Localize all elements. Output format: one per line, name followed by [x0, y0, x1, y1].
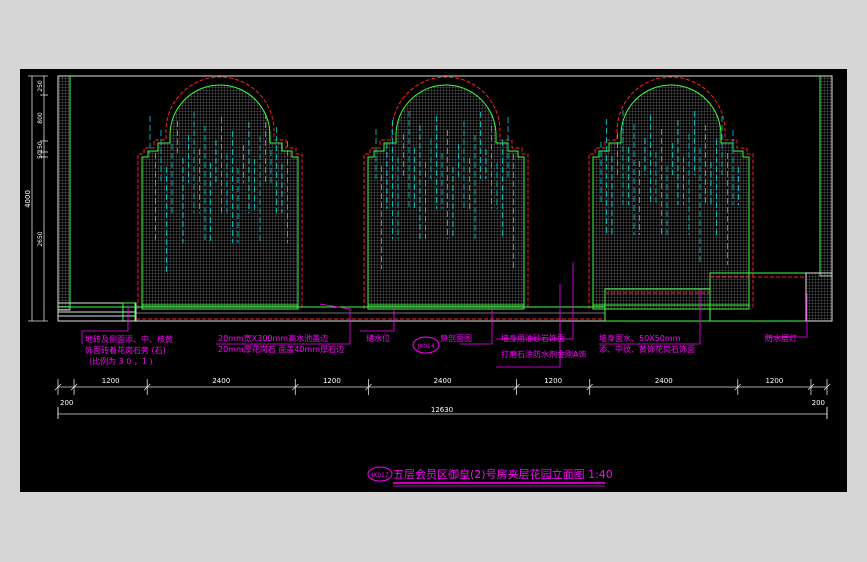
- bottom-dim-4: 1200: [323, 377, 341, 385]
- left-dim-3: 150: [37, 141, 44, 153]
- bottom-dim-9: 200: [812, 399, 825, 407]
- callout-ref: JX014: [416, 343, 435, 350]
- left-dim-4: 50: [37, 151, 44, 159]
- arch-screen-1: [137, 76, 303, 310]
- note-4: 20mm宽X300mm高水池盖边: [218, 333, 328, 343]
- note-1: 地砖及侧面添、中、核黄: [85, 334, 173, 344]
- note-11: 添、中纹、黄饰花岗石饰面: [599, 344, 695, 354]
- note-5: 20mm厚花岗石 面盖40mm厚石边: [218, 344, 344, 354]
- left-wall-hatch: [57, 75, 71, 311]
- right-wall-hatch: [819, 75, 833, 277]
- title-ref: JX017: [370, 472, 389, 479]
- note-8: 墙身用油砂岩饰面: [501, 333, 565, 343]
- arch-screen-2: [363, 76, 529, 310]
- note-3: (比例为 3 0 ，1 ): [89, 356, 153, 366]
- bottom-dim-6: 1200: [544, 377, 562, 385]
- arch-screens: [137, 76, 754, 310]
- left-dim-2: 800: [37, 112, 44, 124]
- dim-total-label: 4000: [24, 190, 32, 208]
- bottom-dim-7: 2400: [655, 377, 673, 385]
- notes: 地砖及侧面添、中、核黄 饰面砖着花岗石旁 (石) (比例为 3 0 ，1 ) 2…: [85, 333, 797, 366]
- note-10: 墙身面水、50X50mm: [599, 333, 681, 343]
- left-dim-1: 250: [37, 80, 44, 92]
- arch-screen-3: [588, 76, 754, 310]
- bottom-dimension-chain: 200 1200 2400 1200 2400 1200 2400 1200 200 12630: [54, 377, 831, 419]
- note-12: 防水层灯: [765, 333, 797, 343]
- bottom-dim-5: 2400: [434, 377, 452, 385]
- note-6: 储水位: [366, 333, 390, 343]
- bottom-dim-1: 200: [60, 399, 73, 407]
- bottom-dim-8: 1200: [765, 377, 783, 385]
- left-dim-5: 2650: [37, 231, 44, 246]
- note-7: 泉剖面图: [440, 333, 472, 343]
- bottom-dim-2: 1200: [102, 377, 120, 385]
- left-dim-segments: 250 800 15050 2650: [37, 80, 44, 247]
- cad-viewport[interactable]: 4000 250 800 150 50 2650 地砖及侧面添、中、核黄 饰面砖着花岗石…: [20, 69, 847, 492]
- bottom-dim-3: 2400: [212, 377, 230, 385]
- bottom-dim-total: 12630: [431, 406, 453, 414]
- drawing-title: 五层会员区御皇(2)号房夹层花园立面图 1:40: [393, 467, 613, 481]
- note-9: 打磨石涂防水剂金刚A饰: [501, 349, 586, 359]
- elevation-drawing: 4000 250 800 15050 2650 地砖及侧面添、中、核黄 饰面砖着花岗石…: [24, 75, 833, 487]
- planter-box-3: [805, 272, 833, 322]
- note-2: 饰面砖着花岗石旁 (石): [85, 345, 166, 355]
